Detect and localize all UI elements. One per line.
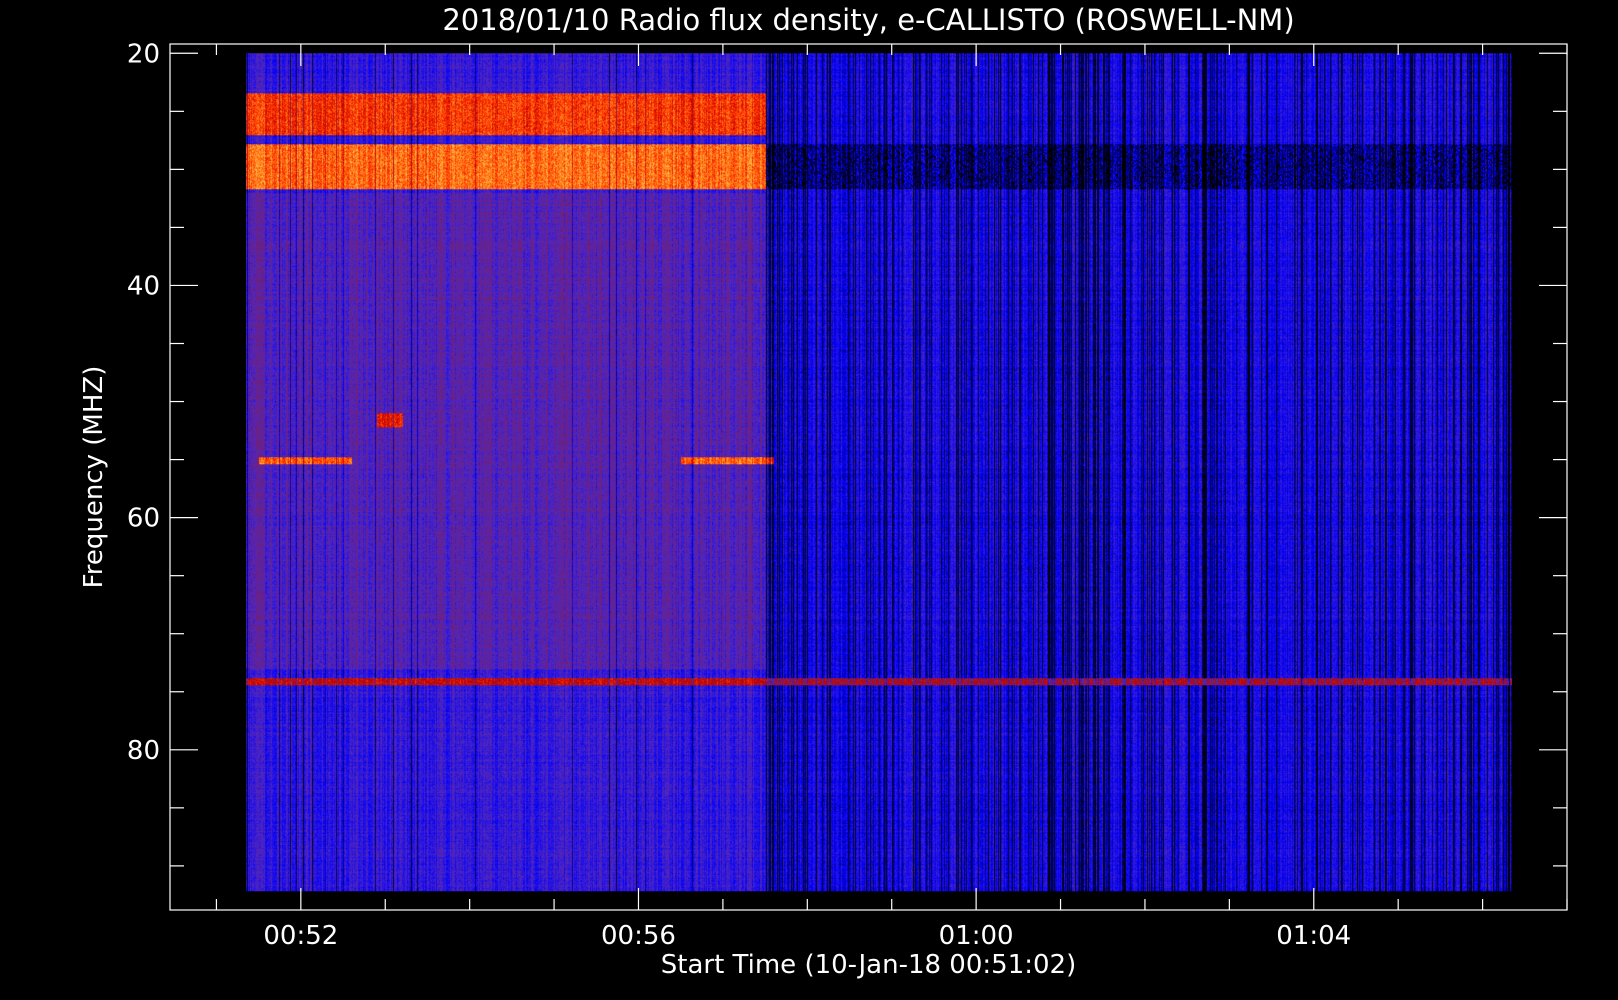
y-tick-label: 80 [127, 736, 160, 766]
x-tick-label: 01:00 [939, 921, 1014, 951]
y-tick-label: 40 [127, 271, 160, 301]
x-tick-labels: 00:52 00:56 01:00 01:04 [263, 921, 1351, 951]
chart-title: 2018/01/10 Radio flux density, e-CALLIST… [442, 3, 1294, 37]
y-tick-label: 60 [127, 504, 160, 534]
x-tick-label: 00:56 [601, 921, 676, 951]
spectrogram-chart: 2018/01/10 Radio flux density, e-CALLIST… [79, 3, 1568, 980]
dynamic-spectrum-heatmap [245, 53, 1512, 892]
x-axis-label: Start Time (10-Jan-18 00:51:02) [661, 950, 1076, 980]
y-axis-label: Frequency (MHZ) [79, 366, 109, 589]
y-tick-labels: 20 40 60 80 [127, 39, 160, 766]
heatmap-image [245, 53, 1512, 892]
x-tick-label: 00:52 [263, 921, 338, 951]
x-tick-label: 01:04 [1276, 921, 1351, 951]
y-tick-label: 20 [127, 39, 160, 69]
